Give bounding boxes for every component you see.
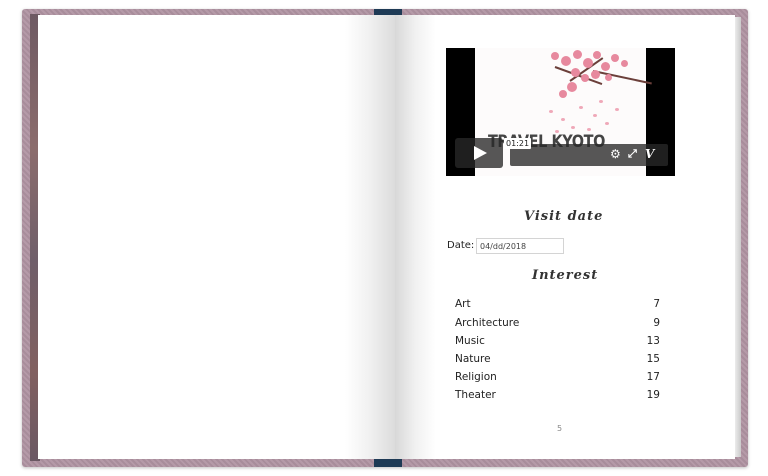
- interest-label: Architecture: [455, 317, 520, 329]
- petal: [587, 128, 591, 131]
- interest-row-music[interactable]: Music 13: [455, 335, 660, 347]
- interest-count: 7: [653, 298, 660, 310]
- interest-row-religion[interactable]: Religion 17: [455, 371, 660, 383]
- blossom: [559, 90, 567, 98]
- interest-label: Art: [455, 298, 471, 310]
- petal: [571, 126, 575, 129]
- petal: [593, 114, 597, 117]
- petal: [599, 100, 603, 103]
- blossom: [583, 58, 593, 68]
- blossom: [561, 56, 571, 66]
- interest-label: Theater: [455, 389, 496, 401]
- interest-row-theater[interactable]: Theater 19: [455, 389, 660, 401]
- interest-row-architecture[interactable]: Architecture 9: [455, 317, 660, 329]
- bookmark-ribbon-bottom: [374, 459, 402, 467]
- interest-row-nature[interactable]: Nature 15: [455, 353, 660, 365]
- interest-count: 19: [646, 389, 660, 401]
- petal: [579, 106, 583, 109]
- video-player[interactable]: TRAVEL KYOTO 01:21 ⚙ ⤢ V: [446, 48, 675, 176]
- petal: [615, 108, 619, 111]
- date-input[interactable]: 04/dd/2018: [476, 238, 564, 254]
- left-page[interactable]: [38, 15, 395, 459]
- blossom: [593, 51, 601, 59]
- interest-label: Religion: [455, 371, 497, 383]
- blossom: [581, 74, 589, 82]
- fullscreen-icon[interactable]: ⤢: [628, 147, 637, 161]
- page-stack-edge: [735, 17, 741, 457]
- blossom: [551, 52, 559, 60]
- blossom: [611, 54, 619, 62]
- blossom: [605, 74, 612, 81]
- blossom: [567, 82, 577, 92]
- interest-row-art[interactable]: Art 7: [455, 298, 660, 310]
- blossom: [601, 62, 610, 71]
- interest-label: Music: [455, 335, 485, 347]
- interest-count: 9: [653, 317, 660, 329]
- page-number: 5: [557, 424, 563, 433]
- interest-count: 17: [646, 371, 660, 383]
- gear-icon[interactable]: ⚙: [610, 147, 621, 161]
- petal: [549, 110, 553, 113]
- visit-date-heading: Visit date: [524, 209, 604, 224]
- petal: [605, 122, 609, 125]
- play-button[interactable]: [455, 138, 503, 168]
- date-label: Date:: [447, 240, 475, 251]
- blossom: [591, 70, 600, 79]
- blossom: [573, 50, 582, 59]
- petal: [561, 118, 565, 121]
- interest-count: 15: [646, 353, 660, 365]
- interest-count: 13: [646, 335, 660, 347]
- vimeo-icon[interactable]: V: [645, 147, 654, 161]
- play-icon: [474, 146, 487, 160]
- blossom: [621, 60, 628, 67]
- interest-heading: Interest: [532, 268, 599, 283]
- video-timestamp: 01:21: [504, 138, 532, 149]
- interest-label: Nature: [455, 353, 491, 365]
- blossom: [571, 68, 580, 77]
